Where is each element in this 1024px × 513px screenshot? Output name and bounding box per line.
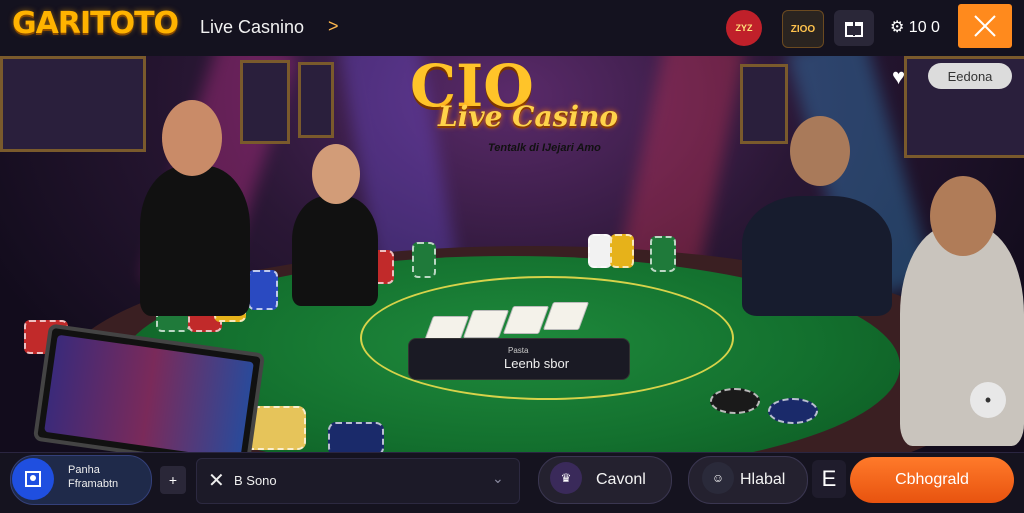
dealer-woman-left (140, 166, 250, 316)
chat-icon: • (984, 389, 992, 410)
hero-subtitle: Tentalk di IJejari Amo (488, 142, 601, 154)
hero-title-script: Live Casino (438, 100, 619, 133)
wall-screen (0, 56, 146, 152)
edit-pill-button[interactable]: Eedona (928, 63, 1012, 89)
primary-cta-button[interactable]: Cbhograld (850, 457, 1014, 503)
search-value[interactable]: B Sono (234, 473, 277, 488)
wallet-icon: ⚙ (890, 19, 909, 36)
close-button[interactable] (958, 4, 1012, 48)
player-phone (900, 226, 1024, 446)
chip-stack (248, 270, 278, 310)
gift-button[interactable] (834, 10, 874, 46)
account-label-1: Panha (68, 464, 100, 476)
wall-poster (298, 62, 334, 138)
account-label-2: Fframabtn (68, 478, 119, 490)
wall-poster (240, 60, 290, 144)
chip-stack (610, 234, 634, 268)
chip-stack (588, 234, 612, 268)
close-icon (974, 15, 996, 37)
people-icon: ☺ (702, 462, 734, 494)
vip-icon: ♛ (550, 462, 582, 494)
dealer-woman-left-head (162, 100, 222, 176)
brand-logo[interactable]: GARITOTO (12, 6, 179, 41)
user-icon (25, 471, 41, 487)
cavonl-label: Cavonl (596, 471, 646, 488)
gift-icon (845, 22, 863, 37)
promo-badge-label: ZYZ (735, 23, 753, 33)
chat-button[interactable]: • (970, 382, 1006, 418)
wall-poster (740, 64, 788, 144)
dealer-info-small: Pasta (508, 346, 529, 355)
clear-icon[interactable]: ✕ (208, 468, 225, 493)
player-phone-head (930, 176, 996, 256)
coin-count: 10 0 (908, 19, 940, 36)
coin-balance: ⚙ 10 0 (890, 17, 940, 37)
chip-stack (650, 236, 676, 272)
promo-badge-button[interactable]: ZYZ (726, 10, 762, 46)
chevron-right-icon: > (328, 16, 339, 36)
player-woman (292, 196, 378, 306)
player-man-head (790, 116, 850, 186)
chip-stack (412, 242, 436, 278)
chip-stack (328, 422, 384, 452)
chevron-down-icon[interactable]: ⌄ (492, 470, 504, 487)
tablet-screen (44, 334, 254, 452)
chip (710, 388, 760, 414)
e-button[interactable]: E (812, 460, 846, 498)
heart-icon[interactable]: ♥ (892, 64, 905, 90)
account-button[interactable] (12, 458, 54, 500)
breadcrumb-live-casino[interactable]: Live Casnino (200, 17, 304, 38)
add-button[interactable]: + (160, 466, 186, 494)
player-man (742, 196, 892, 316)
player-woman-head (312, 144, 360, 204)
dealer-info-label: Leenb sbor (504, 356, 570, 371)
hlabal-label: Hlabal (740, 471, 786, 488)
chip (768, 398, 818, 424)
jackpot-badge-label: ZIOO (790, 23, 816, 35)
jackpot-badge-button[interactable]: ZIOO (782, 10, 824, 48)
